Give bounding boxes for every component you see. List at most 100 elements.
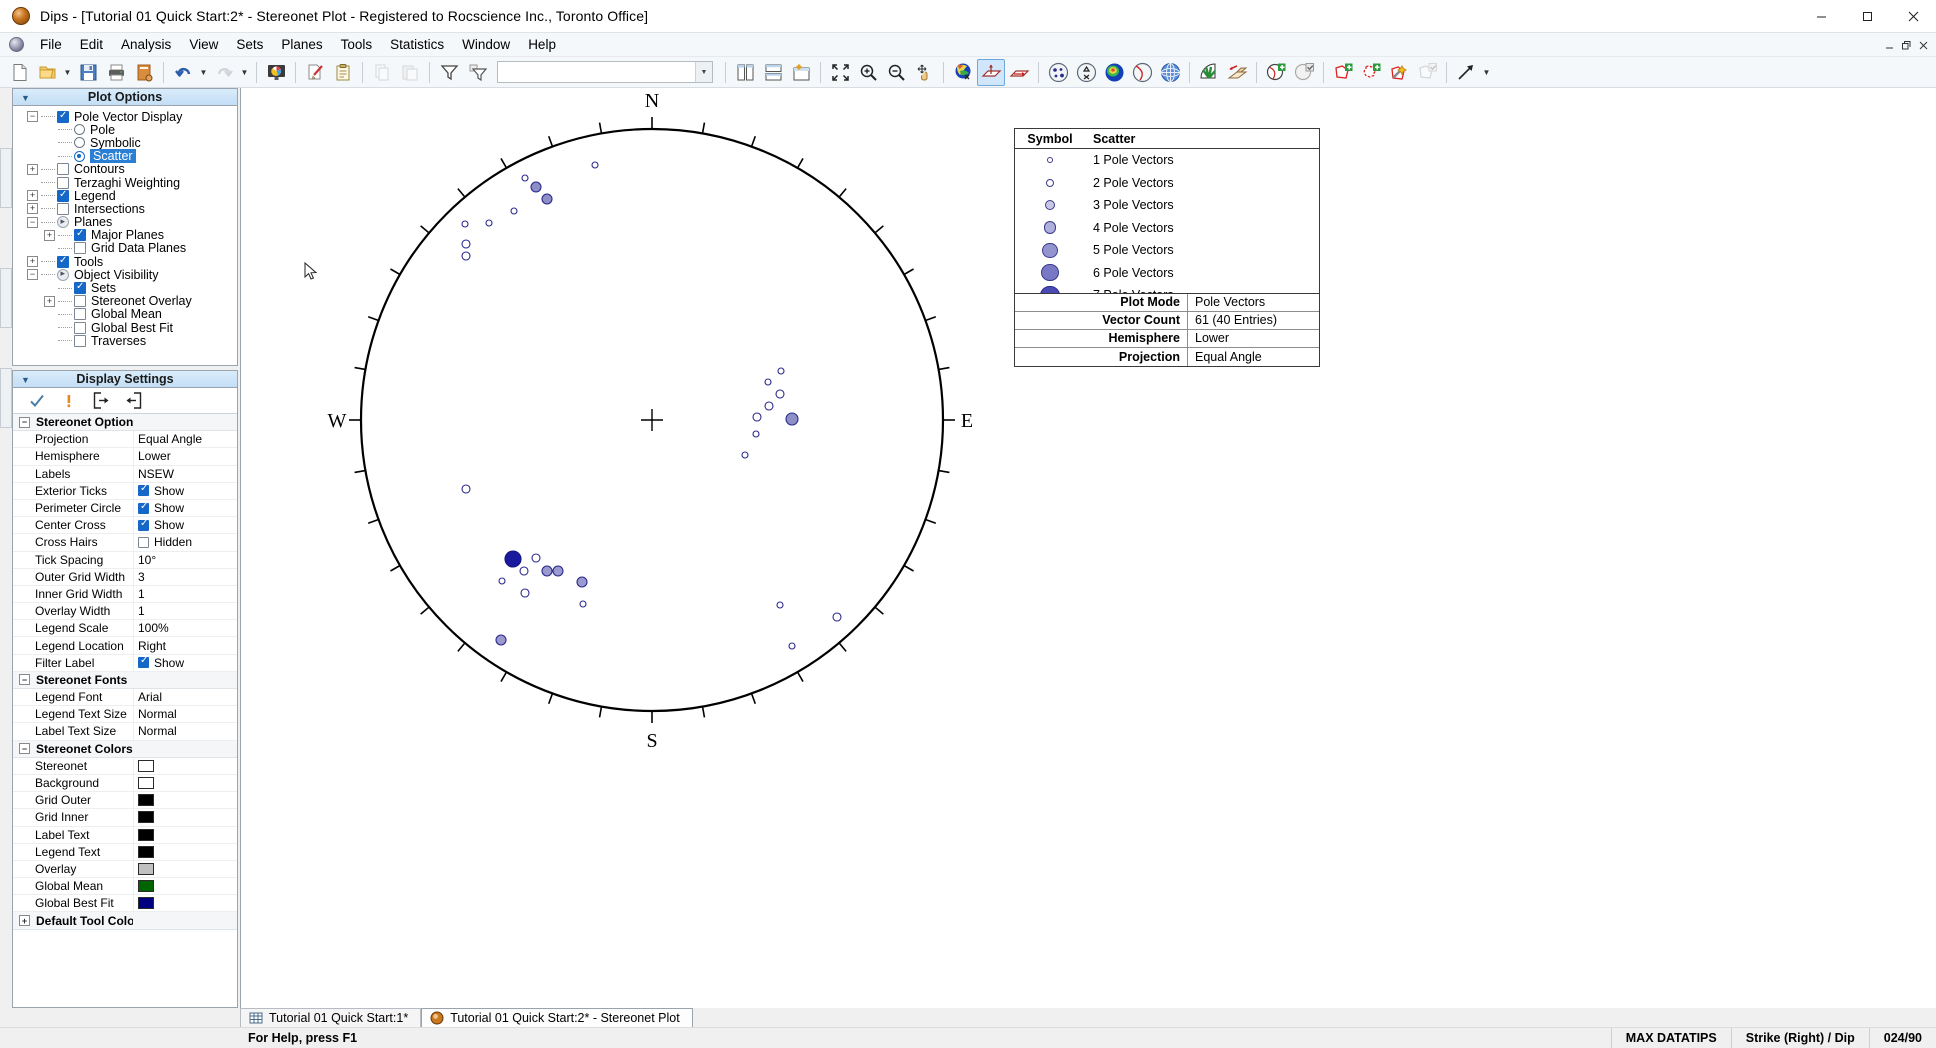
radio-scatter[interactable] <box>74 151 85 162</box>
pole-vector-point[interactable] <box>577 577 587 587</box>
symbolic-plot-icon[interactable] <box>1072 59 1100 86</box>
zoom-out-icon[interactable] <box>882 59 910 86</box>
checkbox-global-mean[interactable] <box>74 308 86 320</box>
property-row-legend-text-size[interactable]: Legend Text SizeNormal <box>13 706 237 723</box>
property-row-legend-scale[interactable]: Legend Scale100% <box>13 620 237 637</box>
property-value[interactable] <box>133 861 237 877</box>
plot-options-collapse-icon[interactable]: ▼ <box>19 91 32 104</box>
3d-wedge-icon[interactable] <box>1223 59 1251 86</box>
property-row-global-best-fit[interactable]: Global Best Fit <box>13 895 237 912</box>
save-icon[interactable] <box>74 59 102 86</box>
pole-vector-point[interactable] <box>786 413 798 425</box>
new-file-icon[interactable] <box>5 59 33 86</box>
maximize-button[interactable] <box>1844 0 1890 33</box>
new-window-icon[interactable] <box>787 59 815 86</box>
paste-icon[interactable] <box>396 59 424 86</box>
vtab-lower[interactable] <box>0 368 12 428</box>
copy-icon[interactable] <box>368 59 396 86</box>
display-options-icon[interactable] <box>262 59 290 86</box>
tool-combo-caret[interactable]: ▼ <box>695 62 712 82</box>
expand-icon[interactable]: + <box>27 164 38 175</box>
menu-file[interactable]: File <box>31 35 71 54</box>
edit-set-icon[interactable] <box>1290 59 1318 86</box>
pole-vector-point[interactable] <box>496 635 506 645</box>
checkbox-traverses[interactable] <box>74 335 86 347</box>
mdi-minimize-button[interactable] <box>1881 35 1898 55</box>
document-tab-2[interactable]: Tutorial 01 Quick Start:2* - Stereonet P… <box>421 1008 693 1027</box>
property-value[interactable]: 3 <box>133 569 237 585</box>
property-row-center-cross[interactable]: Center CrossShow <box>13 517 237 534</box>
arrow-toggle-object-visibility[interactable] <box>57 269 69 281</box>
open-folder-icon[interactable] <box>33 59 61 86</box>
add-arrow-tool-icon[interactable] <box>1452 59 1480 86</box>
pole-vector-point[interactable] <box>833 613 841 621</box>
pole-vector-point[interactable] <box>778 368 784 374</box>
checkbox-tools[interactable] <box>57 256 69 268</box>
redo-icon[interactable] <box>210 59 238 86</box>
info-viewer-icon[interactable] <box>130 59 158 86</box>
tree-item-scatter[interactable]: Scatter <box>19 150 237 163</box>
color-swatch[interactable] <box>138 880 154 892</box>
tree-item-pole[interactable]: Pole <box>19 123 237 136</box>
radio-symbolic[interactable] <box>74 137 85 148</box>
color-swatch[interactable] <box>138 863 154 875</box>
property-row-label-text-size[interactable]: Label Text SizeNormal <box>13 723 237 740</box>
edit-properties-icon[interactable] <box>301 59 329 86</box>
property-value[interactable]: 10° <box>133 552 237 568</box>
expand-icon[interactable]: + <box>44 296 55 307</box>
property-row-grid-inner[interactable]: Grid Inner <box>13 809 237 826</box>
tree-item-major-planes[interactable]: +Major Planes <box>19 229 237 242</box>
property-value[interactable] <box>133 878 237 894</box>
close-button[interactable] <box>1890 0 1936 33</box>
checkbox-pole-vector-display[interactable] <box>57 111 69 123</box>
tree-item-sets[interactable]: Sets <box>19 281 237 294</box>
collapse-icon[interactable]: − <box>27 269 38 280</box>
mdi-restore-button[interactable] <box>1898 35 1915 55</box>
pole-vector-point[interactable] <box>553 566 563 576</box>
property-value[interactable] <box>133 792 237 808</box>
pole-vector-point[interactable] <box>776 390 784 398</box>
menu-view[interactable]: View <box>180 35 227 54</box>
pole-vector-point[interactable] <box>777 602 783 608</box>
property-checkbox[interactable] <box>138 537 149 548</box>
expand-icon[interactable]: + <box>19 915 30 926</box>
pole-vector-point[interactable] <box>753 413 761 421</box>
stereonet-plot-canvas[interactable]: NSEW Symbol Scatter 1 Pole Vectors2 Pole… <box>240 88 1936 1008</box>
tree-item-object-visibility[interactable]: −Object Visibility <box>19 268 237 281</box>
property-row-overlay[interactable]: Overlay <box>13 861 237 878</box>
pole-vector-point[interactable] <box>765 379 771 385</box>
clipboard-icon[interactable] <box>329 59 357 86</box>
property-row-stereonet[interactable]: Stereonet <box>13 758 237 775</box>
arrow-dropdown-caret[interactable]: ▼ <box>1480 59 1493 86</box>
property-value[interactable]: Show <box>133 655 237 671</box>
checkbox-grid-data-planes[interactable] <box>74 242 86 254</box>
property-row-outer-grid-width[interactable]: Outer Grid Width3 <box>13 569 237 586</box>
contour-plot-icon[interactable] <box>1100 59 1128 86</box>
property-value[interactable]: Normal <box>133 723 237 739</box>
open-dropdown-caret[interactable]: ▼ <box>61 59 74 86</box>
property-row-hemisphere[interactable]: HemisphereLower <box>13 448 237 465</box>
property-value[interactable] <box>133 895 237 911</box>
vtab-mid[interactable] <box>0 268 12 328</box>
pole-vector-point[interactable] <box>486 220 492 226</box>
zoom-in-icon[interactable] <box>854 59 882 86</box>
expand-icon[interactable]: + <box>44 230 55 241</box>
color-swatch[interactable] <box>138 829 154 841</box>
property-value[interactable] <box>133 844 237 860</box>
property-checkbox[interactable] <box>138 520 149 531</box>
property-row-filter-label[interactable]: Filter LabelShow <box>13 655 237 672</box>
property-row-labels[interactable]: LabelsNSEW <box>13 466 237 483</box>
collapse-icon[interactable]: − <box>19 743 30 754</box>
export-settings-button[interactable] <box>85 389 117 413</box>
property-row-perimeter-circle[interactable]: Perimeter CircleShow <box>13 500 237 517</box>
plot-options-header[interactable]: ▼ Plot Options <box>13 89 237 106</box>
color-swatch[interactable] <box>138 760 154 772</box>
pole-vector-point[interactable] <box>522 175 528 181</box>
property-row-projection[interactable]: ProjectionEqual Angle <box>13 431 237 448</box>
tool-combo-box[interactable]: ▼ <box>497 61 713 83</box>
property-value[interactable]: Equal Angle <box>133 431 237 447</box>
pole-vector-point[interactable] <box>542 194 552 204</box>
property-value[interactable] <box>133 827 237 843</box>
checkbox-legend[interactable] <box>57 190 69 202</box>
property-value[interactable]: 100% <box>133 620 237 636</box>
